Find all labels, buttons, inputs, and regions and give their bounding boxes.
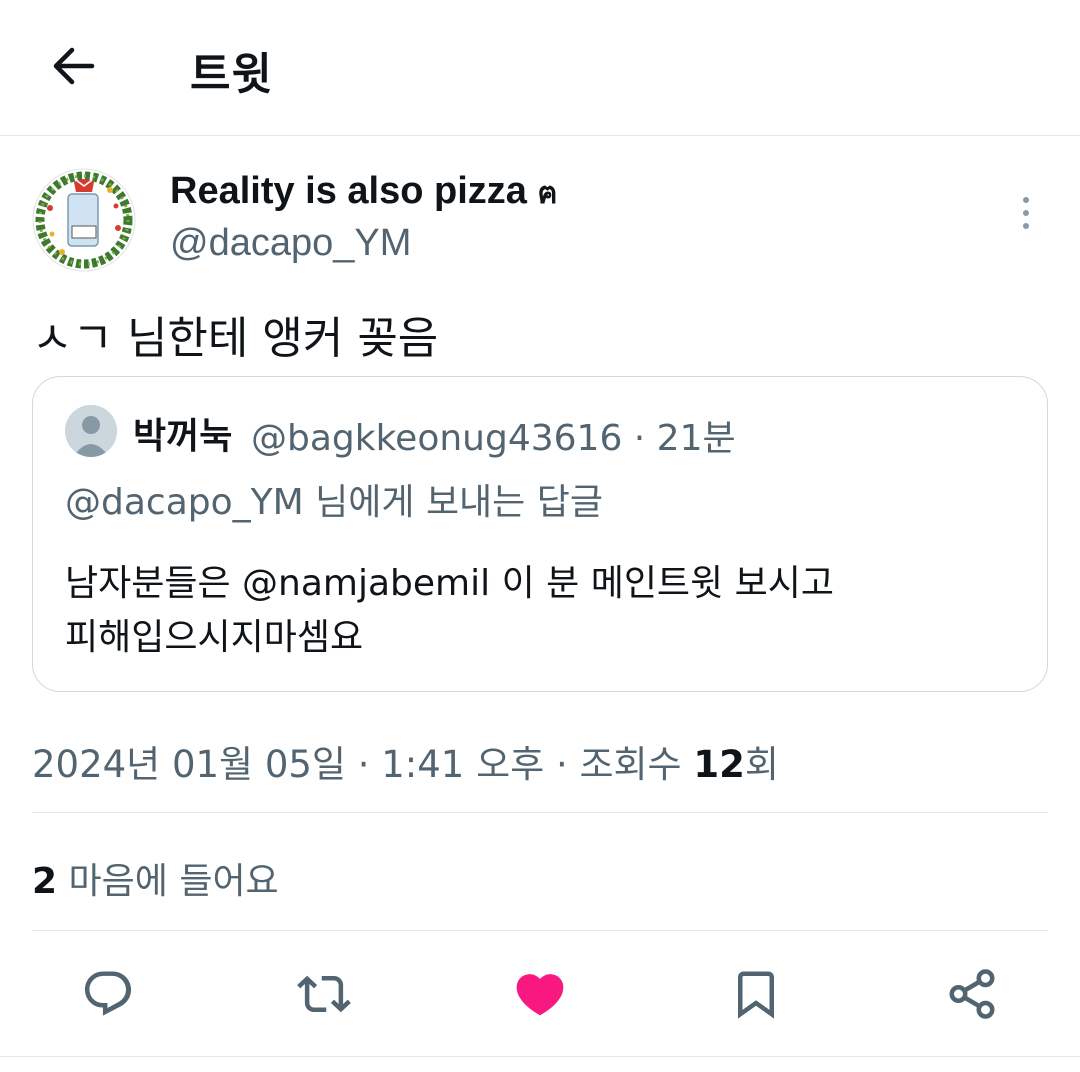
dot-icon	[1023, 210, 1029, 216]
dot-icon	[1023, 223, 1029, 229]
divider	[0, 1056, 1080, 1057]
name-emoji: ฅ	[537, 176, 558, 211]
reply-icon	[84, 971, 132, 1016]
quoted-tweet-card[interactable]: 박꺼눅 @bagkkeonug43616 · 21분 @dacapo_YM 님에…	[32, 376, 1048, 692]
divider	[32, 812, 1048, 813]
divider	[32, 930, 1048, 931]
like-button[interactable]	[506, 960, 574, 1028]
author-name[interactable]: Reality is also pizza ฅ	[170, 170, 558, 217]
view-count: 12	[693, 743, 745, 786]
arrow-left-icon	[53, 47, 95, 85]
likes-count: 2	[32, 861, 58, 902]
quoted-author-avatar[interactable]	[65, 405, 117, 457]
back-button[interactable]	[40, 36, 106, 96]
heart-filled-icon	[516, 974, 564, 1016]
more-options-button[interactable]	[1006, 190, 1046, 236]
timestamp-text: 2024년 01월 05일 · 1:41 오후 · 조회수	[32, 743, 694, 786]
views-suffix: 회	[744, 743, 779, 786]
tweet-meta: 2024년 01월 05일 · 1:41 오후 · 조회수 12회	[32, 734, 779, 788]
top-bar: 트윗	[0, 0, 1080, 136]
retweet-button[interactable]	[290, 960, 358, 1028]
quoted-text-line: 피해입으시지마셈요	[65, 617, 364, 658]
bookmark-icon	[738, 971, 774, 1019]
reply-button[interactable]	[74, 960, 142, 1028]
tweet-text: ㅅㄱ 님한테 앵커 꽂음	[32, 313, 439, 364]
author-avatar[interactable]	[32, 168, 136, 272]
quoted-text-line: 남자분들은 @namjabemil 이 분 메인트윗 보시고	[65, 563, 834, 604]
quoted-tweet-text: 남자분들은 @namjabemil 이 분 메인트윗 보시고 피해입으시지마셈요	[65, 557, 1025, 665]
share-button[interactable]	[938, 960, 1006, 1028]
share-icon	[949, 969, 995, 1019]
quoted-author-name[interactable]: 박꺼눅	[133, 407, 232, 459]
likes-label: 마음에 들어요	[68, 861, 279, 902]
quoted-author-handle: @bagkkeonug43616 · 21분	[251, 418, 736, 459]
author-name-text: Reality is also pizza	[170, 170, 527, 212]
dot-icon	[1023, 197, 1029, 203]
bookmark-button[interactable]	[722, 960, 790, 1028]
action-bar	[0, 960, 1080, 1028]
page-title: 트윗	[190, 49, 273, 100]
author-handle[interactable]: @dacapo_YM	[170, 222, 411, 265]
replying-to-text: @dacapo_YM 님에게 보내는 답글	[65, 482, 603, 523]
likes-summary[interactable]: 2 마음에 들어요	[32, 852, 279, 904]
retweet-icon	[297, 975, 351, 1013]
